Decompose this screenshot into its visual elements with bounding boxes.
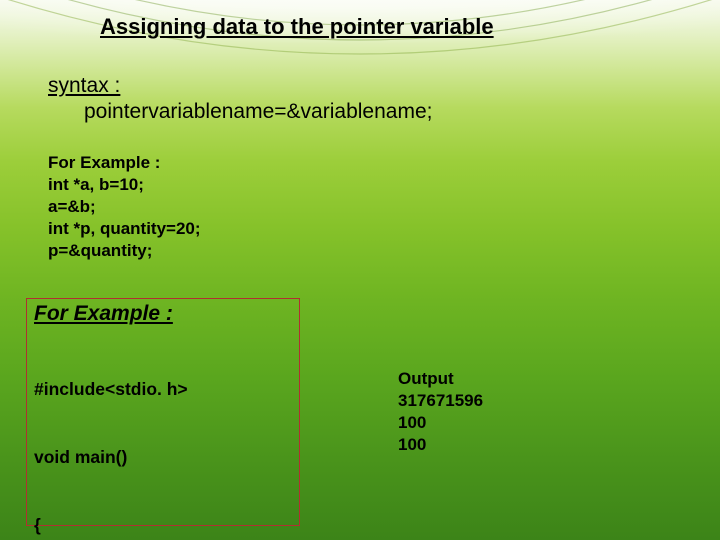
example1-block: For Example : int *a, b=10; a=&b; int *p… xyxy=(48,152,201,262)
example2-code-block: #include<stdio. h> void main() { int val… xyxy=(34,332,220,540)
output-heading: Output xyxy=(398,368,483,390)
example1-line: int *a, b=10; xyxy=(48,174,201,196)
output-line: 100 xyxy=(398,434,483,456)
example1-line: p=&quantity; xyxy=(48,240,201,262)
slide-title: Assigning data to the pointer variable xyxy=(100,14,494,40)
example1-line: a=&b; xyxy=(48,196,201,218)
example1-line: int *p, quantity=20; xyxy=(48,218,201,240)
syntax-block: syntax : pointervariablename=&variablena… xyxy=(48,74,432,124)
code-line: { xyxy=(34,514,220,537)
example1-heading: For Example : xyxy=(48,152,201,174)
syntax-line: pointervariablename=&variablename; xyxy=(48,100,432,124)
slide-background: Assigning data to the pointer variable s… xyxy=(0,0,720,540)
code-line: #include<stdio. h> xyxy=(34,378,220,401)
output-line: 317671596 xyxy=(398,390,483,412)
example2-heading: For Example : xyxy=(34,302,173,326)
code-line: void main() xyxy=(34,446,220,469)
syntax-label: syntax : xyxy=(48,74,120,97)
output-block: Output 317671596 100 100 xyxy=(398,368,483,456)
output-line: 100 xyxy=(398,412,483,434)
